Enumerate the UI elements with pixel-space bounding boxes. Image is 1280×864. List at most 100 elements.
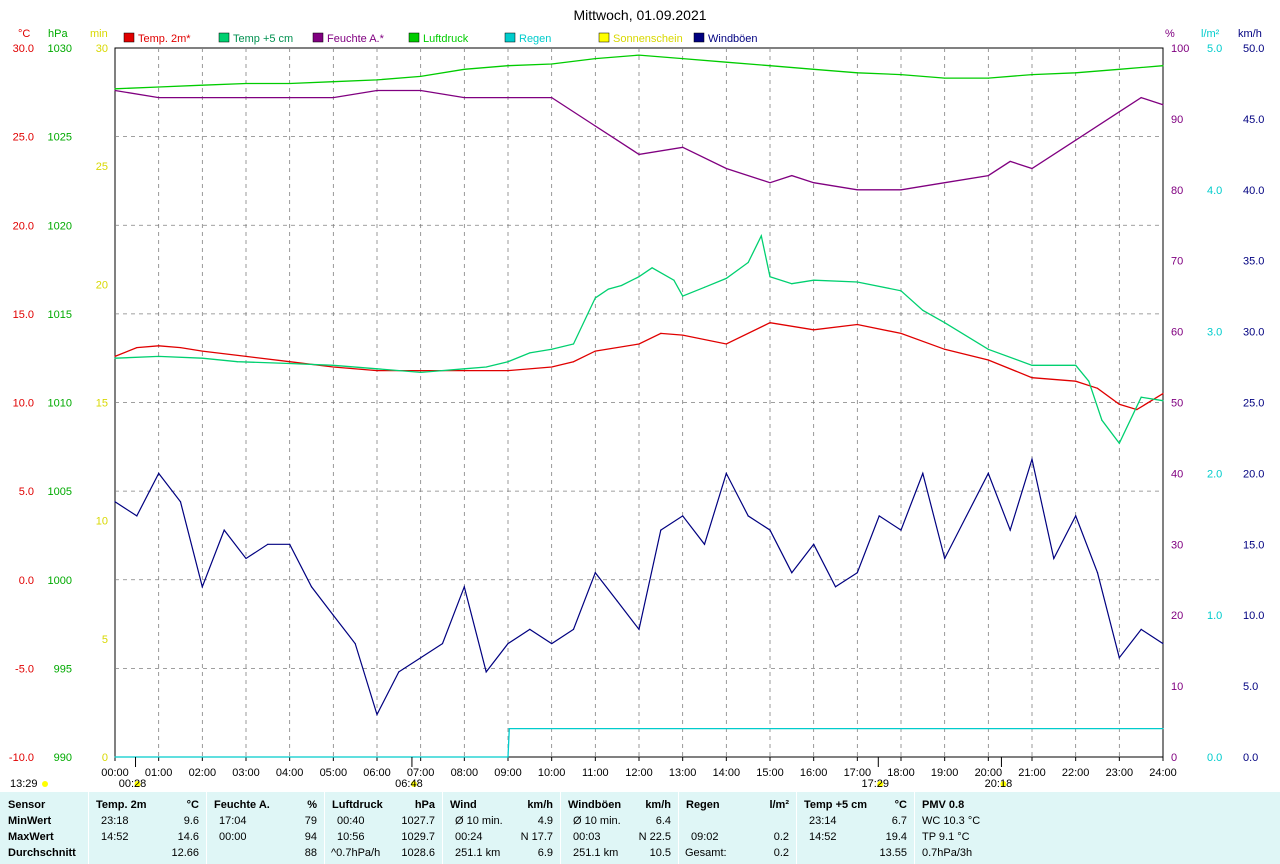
sun-time-label: 06:48 [395, 778, 423, 790]
data-point [420, 657, 422, 659]
sun-unit-label: min [90, 28, 108, 40]
sensor-column: Sensor MinWert MaxWert Durchschnitt [0, 792, 88, 864]
data-point [1162, 104, 1164, 106]
x-tick-label: 22:00 [1062, 767, 1090, 779]
data-point [856, 572, 858, 574]
temp5cm-avg-value: 13.55 [879, 847, 907, 859]
data-point [725, 61, 727, 63]
data-point [900, 529, 902, 531]
data-point [1075, 380, 1077, 382]
rain-tick-label: 1.0 [1207, 610, 1222, 622]
legend-label: Sonnenschein [613, 33, 683, 45]
data-point [507, 756, 509, 758]
temp-tick-label: 0.0 [19, 575, 34, 587]
legend-swatch [123, 32, 135, 43]
humidity-tick-label: 30 [1171, 539, 1183, 551]
pressure-tick-label: 995 [54, 663, 72, 675]
data-point [944, 77, 946, 79]
data-point [747, 515, 749, 517]
data-point [1031, 73, 1033, 76]
data-point [607, 288, 610, 290]
temp-tick-label: -10.0 [9, 752, 34, 764]
data-point [638, 153, 640, 155]
max-label: MaxWert [8, 831, 54, 843]
data-point [114, 88, 116, 90]
temp-unit-label: °C [18, 28, 30, 40]
data-point [987, 175, 989, 177]
temp5cm-header: Temp +5 cm [804, 799, 868, 811]
gusts-max-value: N 22.5 [638, 831, 671, 843]
x-tick-label: 18:00 [887, 767, 915, 779]
wind-unit: km/h [527, 799, 553, 811]
sun-tick-label: 15 [96, 398, 108, 410]
humidity-tick-label: 40 [1171, 468, 1183, 480]
data-point [638, 343, 640, 345]
data-point [463, 68, 465, 70]
data-point [594, 125, 596, 127]
legend-label: Feuchte A.* [327, 33, 385, 45]
temp5cm-min-time: 23:14 [809, 815, 837, 827]
min-label: MinWert [8, 815, 52, 827]
data-point [507, 369, 509, 372]
data-point [769, 322, 771, 324]
data-point [201, 84, 203, 86]
data-point [987, 77, 989, 79]
legend-label: Regen [519, 33, 551, 45]
data-point [114, 89, 116, 92]
data-point [682, 334, 684, 336]
data-point [900, 189, 902, 191]
data-point [114, 355, 116, 358]
wind-tick-label: 5.0 [1243, 681, 1258, 693]
pmv-header: PMV 0.8 [922, 799, 965, 811]
pressure-column: Luftdruck hPa 00:40 1027.7 10:56 1029.7 … [324, 792, 443, 864]
pressure-tick-label: 990 [54, 752, 72, 764]
data-point [1075, 364, 1077, 366]
temp2m-max-value: 14.6 [177, 831, 199, 843]
data-point [507, 65, 509, 67]
pressure-trend: ^0.7hPa/h [331, 847, 381, 859]
left-axis-units: °C hPa min [18, 28, 108, 40]
gusts-avg10-label: Ø 10 min. [573, 815, 621, 827]
temp5cm-max-time: 14:52 [809, 831, 837, 843]
sun-icon [42, 781, 48, 787]
pressure-tick-label: 1020 [48, 220, 72, 232]
data-point [769, 182, 771, 184]
bottom-left-time-label: 13:29 [10, 778, 38, 790]
wind-max-value: N 17.7 [520, 831, 553, 843]
x-tick-label: 16:00 [800, 767, 828, 779]
data-point [987, 472, 989, 474]
data-point [572, 361, 575, 363]
x-tick-label: 12:00 [625, 767, 653, 779]
data-point [1140, 628, 1142, 630]
data-point [813, 543, 815, 545]
humidity-avg-value: 88 [304, 847, 317, 859]
gusts-header: Windböen [568, 799, 622, 811]
humidity-tick-label: 100 [1171, 43, 1189, 55]
temp-tick-label: 20.0 [13, 220, 34, 232]
data-point [594, 572, 596, 574]
wind-avg-value: 6.9 [537, 847, 553, 859]
pmv-windchill: WC 10.3 °C [922, 815, 981, 827]
wind-tick-label: 35.0 [1243, 256, 1264, 268]
pressure-unit-label: hPa [48, 28, 68, 40]
x-tick-label: 21:00 [1018, 767, 1046, 779]
series-layer [114, 54, 1164, 758]
data-point [289, 97, 291, 99]
data-point [1075, 139, 1077, 141]
data-point [944, 557, 946, 560]
data-point [529, 352, 531, 354]
right-axis-units: % l/m² km/h [1165, 28, 1262, 40]
x-tick-label: 15:00 [756, 767, 784, 779]
data-point [114, 756, 116, 758]
sun-tick-label: 20 [96, 279, 108, 291]
data-point [420, 89, 422, 92]
temp-tick-label: 15.0 [13, 309, 34, 321]
temp2m-max-time: 14:52 [101, 831, 129, 843]
pressure-max-value: 1029.7 [401, 831, 435, 843]
x-tick-label: 06:00 [363, 767, 391, 779]
data-point [900, 290, 902, 292]
pressure-header: Luftdruck [332, 799, 383, 811]
data-point [136, 346, 138, 349]
data-point [1088, 380, 1090, 382]
humidity-tick-label: 90 [1171, 114, 1183, 126]
